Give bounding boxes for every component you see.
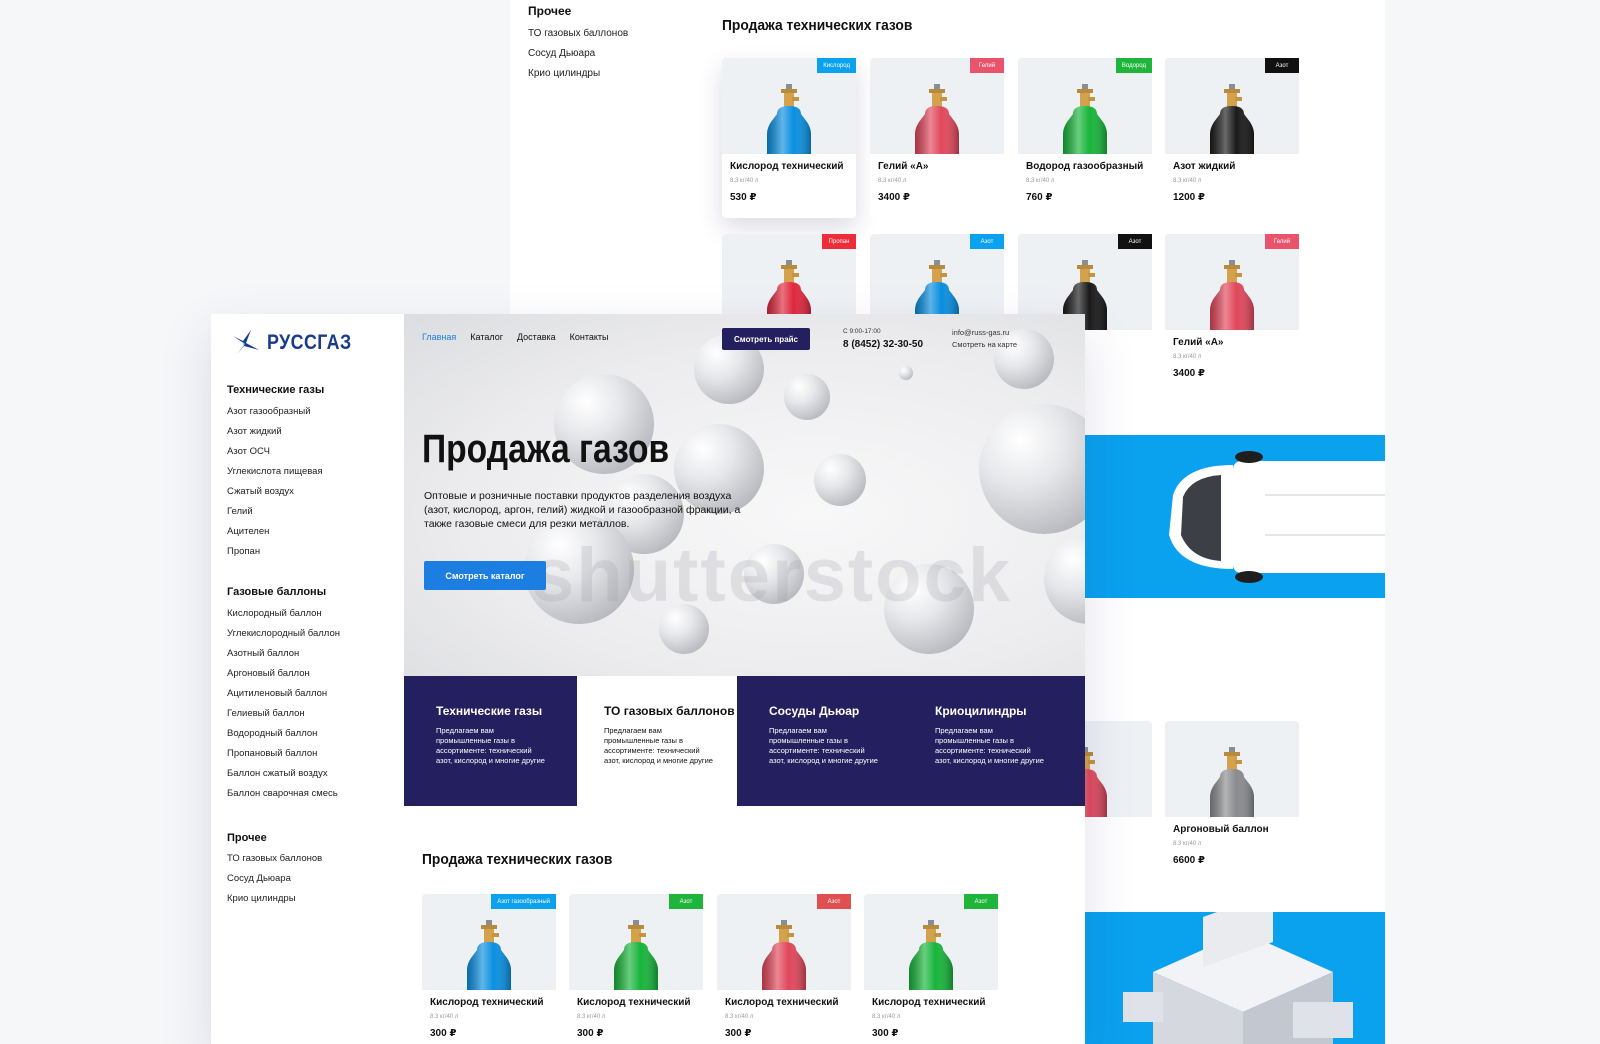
product-tag: Азот — [1265, 58, 1299, 73]
product-price: 760 ₽ — [1026, 192, 1053, 203]
product-tag: Кислород — [817, 58, 856, 73]
product-card[interactable]: Азот газообразный Кислород технический 8.3… — [422, 894, 556, 1044]
product-price: 300 ₽ — [725, 1028, 752, 1039]
back-sidebar: Прочее ТО газовых баллонов Сосуд Дьюара … — [510, 0, 703, 320]
van-illustration — [1169, 451, 1385, 583]
product-card[interactable]: Азот Азот жидкий 8.3 кг/40 л 1200 ₽ — [1165, 58, 1299, 218]
product-name: Гелий «А» — [878, 161, 929, 172]
product-spec: 8.3 кг/40 л — [577, 1014, 606, 1020]
product-price: 3400 ₽ — [1173, 368, 1205, 379]
back-sidebar-other-title: Прочее — [528, 4, 572, 18]
product-price: 6600 ₽ — [1173, 855, 1205, 866]
product-price: 1200 ₽ — [1173, 192, 1205, 203]
product-spec: 8.3 кг/40 л — [1173, 354, 1202, 360]
product-spec: 8.3 кг/40 л — [872, 1014, 901, 1020]
product-name: Водород газообразный — [1026, 161, 1144, 172]
product-name: Кислород технический — [577, 997, 691, 1008]
van-banner — [1083, 435, 1385, 598]
product-price: 300 ₽ — [577, 1028, 604, 1039]
product-name: Кислород технический — [730, 161, 844, 172]
product-spec: 8.3 кг/40 л — [1173, 178, 1202, 184]
product-name: Кислород технический — [872, 997, 986, 1008]
warehouse-illustration — [1123, 912, 1353, 1044]
product-price: 300 ₽ — [430, 1028, 457, 1039]
product-tag: Пропан — [822, 234, 856, 249]
product-name: Гелий «А» — [1173, 337, 1224, 348]
product-card[interactable]: Аргоновый баллон 8.3 кг/40 л 6600 ₽ — [1165, 721, 1299, 881]
cylinder-image — [1165, 721, 1299, 817]
product-price: 530 ₽ — [730, 192, 757, 203]
product-tag: Азот — [817, 894, 851, 909]
product-tag: Азот — [1118, 234, 1152, 249]
product-tag: Азот — [964, 894, 998, 909]
product-name: Кислород технический — [430, 997, 544, 1008]
product-tag: Водород — [1115, 58, 1152, 73]
product-tag: Азот — [669, 894, 703, 909]
product-tag: Азот — [970, 234, 1004, 249]
product-card[interactable]: Кислород Кислород технический 8.3 кг/40 л 5… — [722, 58, 856, 218]
product-card[interactable]: Азот Кислород технический 8.3 кг/40 л 300 ₽ — [864, 894, 998, 1044]
product-card[interactable]: Азот Кислород технический 8.3 кг/40 л 300 ₽ — [569, 894, 703, 1044]
product-card[interactable]: Азот Кислород технический 8.3 кг/40 л 300 ₽ — [717, 894, 851, 1044]
product-spec: 8.3 кг/40 л — [430, 1014, 459, 1020]
product-tag: Гелий — [1265, 234, 1299, 249]
product-name: Аргоновый баллон — [1173, 824, 1269, 835]
back-sidebar-link[interactable]: Сосуд Дьюара — [528, 48, 628, 68]
product-tag: Азот газообразный — [491, 894, 556, 909]
product-card[interactable]: Водород Водород газообразный 8.3 кг/40 л 76… — [1018, 58, 1152, 218]
front-page: РУССГАЗ Технические газы Азот газообразн… — [211, 314, 1085, 1044]
product-spec: 8.3 кг/40 л — [730, 178, 759, 184]
back-sidebar-link[interactable]: Крио цилиндры — [528, 68, 628, 88]
product-card[interactable]: Гелий Гелий «А» 8.3 кг/40 л 3400 ₽ — [870, 58, 1004, 218]
product-spec: 8.3 кг/40 л — [1026, 178, 1055, 184]
product-spec: 8.3 кг/40 л — [725, 1014, 754, 1020]
product-spec: 8.3 кг/40 л — [1173, 841, 1202, 847]
product-name: Азот жидкий — [1173, 161, 1236, 172]
product-card[interactable]: Гелий Гелий «А» 8.3 кг/40 л 3400 ₽ — [1165, 234, 1299, 394]
product-spec: 8.3 кг/40 л — [878, 178, 907, 184]
warehouse-banner — [1083, 912, 1385, 1044]
product-price: 3400 ₽ — [878, 192, 910, 203]
product-name: Кислород технический — [725, 997, 839, 1008]
product-tag: Гелий — [970, 58, 1004, 73]
back-sidebar-link[interactable]: ТО газовых баллонов — [528, 28, 628, 48]
product-price: 300 ₽ — [872, 1028, 899, 1039]
